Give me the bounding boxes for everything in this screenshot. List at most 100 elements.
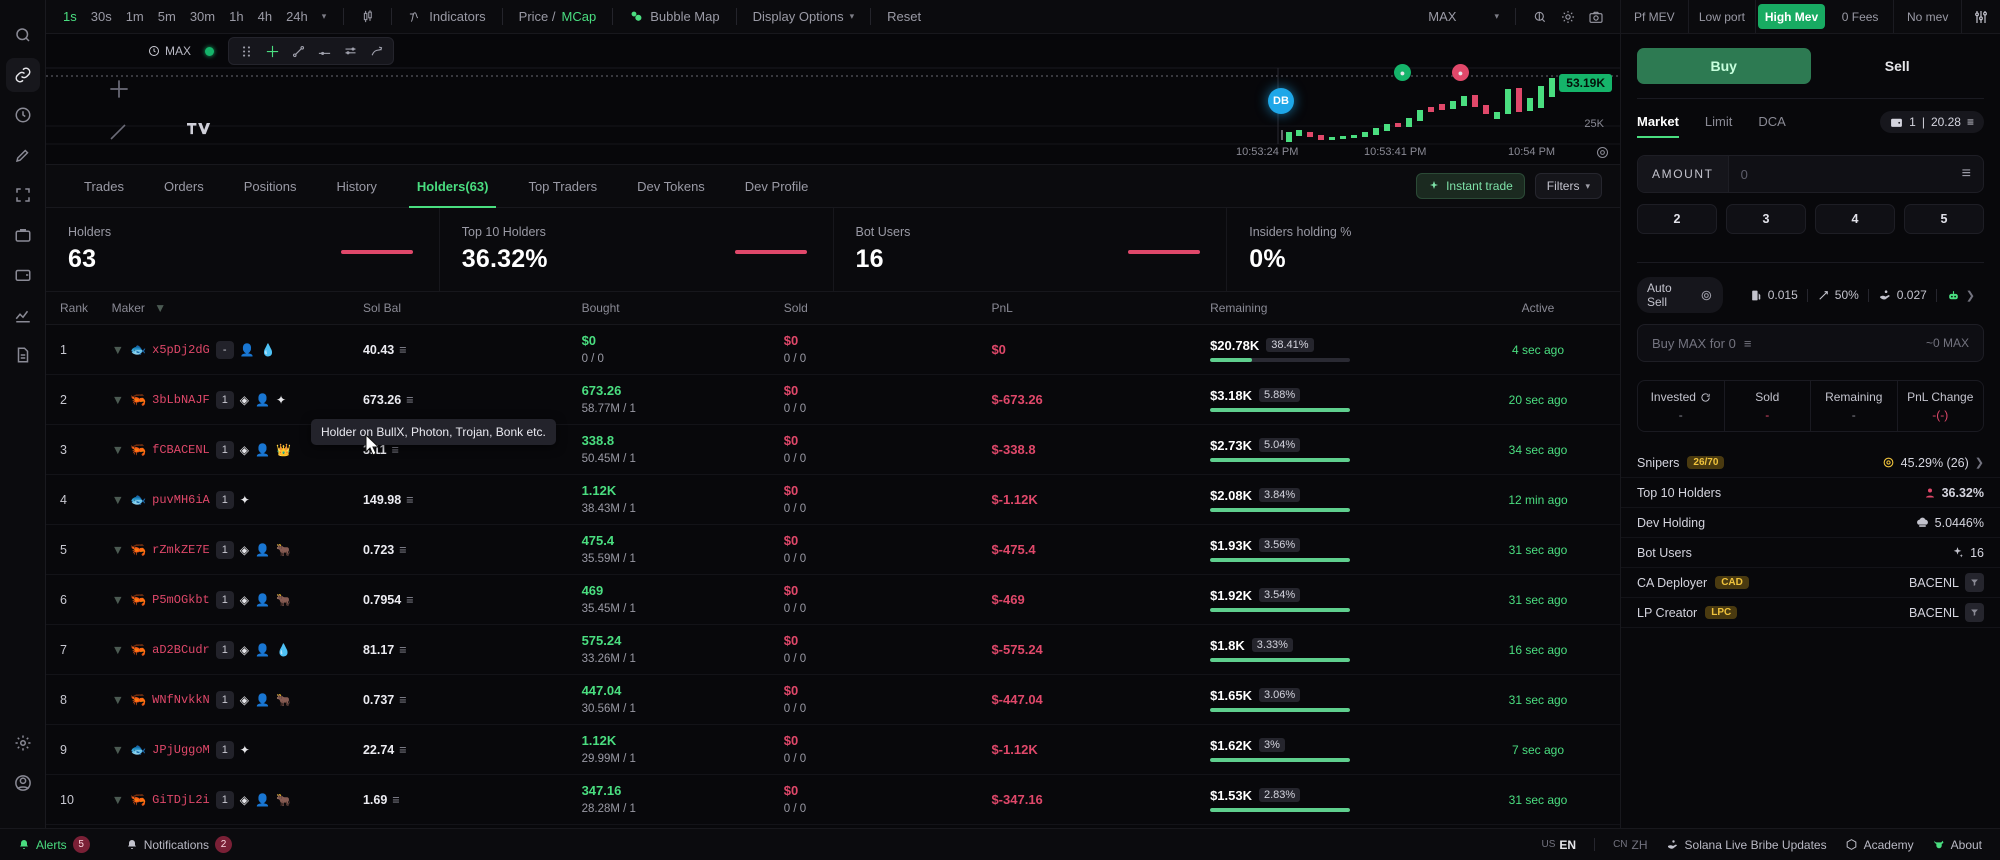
chart-settings-gear-icon[interactable]	[1554, 7, 1582, 27]
row-filter-icon[interactable]: ▼	[112, 543, 124, 557]
document-icon[interactable]	[6, 338, 40, 372]
tab-history[interactable]: History	[316, 164, 396, 208]
amount-input[interactable]	[1728, 156, 1950, 192]
holder-badge-icon[interactable]: ◈	[240, 694, 249, 706]
holder-badge-icon[interactable]: ✦	[240, 744, 250, 756]
mev-low-port[interactable]: Low port	[1689, 0, 1757, 33]
timeframe-more-chevron-icon[interactable]: ▾	[315, 9, 334, 24]
wallet-menu-icon[interactable]: ≡	[1967, 115, 1974, 129]
crosshair-tool-icon[interactable]	[261, 41, 283, 61]
mev-no-mev[interactable]: No mev	[1894, 0, 1962, 33]
info-row[interactable]: Top 10 Holders 36.32%	[1621, 478, 2000, 508]
holder-badge-icon[interactable]: 💧	[261, 344, 276, 356]
mev-pf[interactable]: Pf MEV	[1621, 0, 1689, 33]
info-row[interactable]: Bot Users 16	[1621, 538, 2000, 568]
timeframe-30m[interactable]: 30m	[183, 7, 222, 26]
chart-recenter-icon[interactable]	[1595, 145, 1610, 160]
holder-badge-icon[interactable]: 👤	[255, 694, 270, 706]
reset-button[interactable]: Reset	[881, 7, 927, 26]
search-icon[interactable]	[6, 18, 40, 52]
bot-setting[interactable]: ❯	[1937, 289, 1984, 302]
holder-badge-icon[interactable]: 💧	[276, 644, 291, 656]
tab-positions[interactable]: Positions	[224, 164, 317, 208]
mev-0-fees[interactable]: 0 Fees	[1827, 0, 1895, 33]
maker-address[interactable]: WNfNvkkN	[152, 693, 210, 707]
gas-setting[interactable]: 0.015	[1741, 288, 1807, 302]
row-filter-icon[interactable]: ▼	[112, 493, 124, 507]
th-maker[interactable]: Maker ▼	[111, 292, 363, 325]
table-row[interactable]: 3 ▼ 🦐 fCBACENL 1 ◈ 👤 👑 3.11 ≡ 338.8 50.45M / 1 $0 0 /…	[46, 425, 1620, 475]
tab-holders[interactable]: Holders(63)	[397, 164, 509, 208]
row-filter-icon[interactable]: ▼	[112, 793, 124, 807]
price-mcap-toggle[interactable]: Price / MCap	[513, 7, 603, 26]
timeframe-1m[interactable]: 1m	[119, 7, 151, 26]
chart-search-icon[interactable]	[1526, 7, 1554, 27]
table-row[interactable]: 2 ▼ 🦐 3bLbNAJF 1 ◈ 👤 ✦ 673.26 ≡ 673.26 58.77M / 1 $0…	[46, 375, 1620, 425]
measure-tool-icon[interactable]	[339, 41, 361, 61]
preset-4[interactable]: 4	[1815, 204, 1895, 234]
table-row[interactable]: 8 ▼ 🦐 WNfNvkkN 1 ◈ 👤 🐂 0.737 ≡ 447.04 30.56M / 1 $0 0…	[46, 675, 1620, 725]
range-selector[interactable]: MAX ▾	[1422, 7, 1505, 26]
holder-badge-icon[interactable]: 👤	[255, 444, 270, 456]
buy-max-button[interactable]: Buy MAX for 0 ≡ ~0 MAX	[1637, 324, 1984, 362]
settings-gear-icon[interactable]	[6, 726, 40, 760]
info-row[interactable]: CA Deployer CAD BACENL	[1621, 568, 2000, 598]
horizontal-line-tool-icon[interactable]	[313, 41, 335, 61]
maker-address[interactable]: 3bLbNAJF	[152, 393, 210, 407]
holder-badge-icon[interactable]: 🐂	[276, 594, 291, 606]
row-filter-icon[interactable]: ▼	[112, 643, 124, 657]
sol-bal-menu-icon[interactable]: ≡	[406, 593, 413, 607]
briefcase-icon[interactable]	[6, 218, 40, 252]
row-filter-icon[interactable]: ▼	[112, 393, 124, 407]
row-filter-icon[interactable]: ▼	[112, 743, 124, 757]
preset-2[interactable]: 2	[1637, 204, 1717, 234]
drag-handle-icon[interactable]	[235, 41, 257, 61]
chevron-right-icon[interactable]: ❯	[1975, 456, 1984, 469]
table-row[interactable]: 1 ▼ 🐟 x5pDj2dG - 👤 💧 40.43 ≡ $0 0 / 0 $0 0 / 0 $0 $20.…	[46, 325, 1620, 375]
filter-icon[interactable]	[1965, 603, 1984, 622]
wallet-icon[interactable]	[6, 258, 40, 292]
holder-badge-icon[interactable]: ◈	[240, 594, 249, 606]
holder-badge-icon[interactable]: ✦	[276, 394, 286, 406]
academy-link[interactable]: Academy	[1845, 838, 1914, 852]
holder-badge-icon[interactable]: 👤	[255, 394, 270, 406]
dev-buy-marker-icon[interactable]: DB	[1268, 88, 1294, 114]
timeframe-30s[interactable]: 30s	[84, 7, 119, 26]
holder-badge-icon[interactable]: 👑	[276, 444, 291, 456]
timeframe-5m[interactable]: 5m	[151, 7, 183, 26]
th-active[interactable]: Active	[1456, 292, 1620, 325]
notifications-button[interactable]: Notifications 2	[126, 836, 233, 853]
language-zh[interactable]: CN ZH	[1613, 838, 1647, 852]
slippage-setting[interactable]: 50%	[1808, 288, 1868, 302]
sol-bal-menu-icon[interactable]: ≡	[399, 743, 406, 757]
holder-badge-icon[interactable]: 👤	[255, 644, 270, 656]
preset-3[interactable]: 3	[1726, 204, 1806, 234]
maker-address[interactable]: rZmkZE7E	[152, 543, 210, 557]
mev-high[interactable]: High Mev	[1758, 4, 1825, 29]
order-tab-limit[interactable]: Limit	[1705, 114, 1732, 138]
th-pnl[interactable]: PnL	[991, 292, 1211, 325]
info-row[interactable]: Dev Holding 5.0446%	[1621, 508, 2000, 538]
instant-trade-button[interactable]: Instant trade	[1416, 173, 1525, 199]
order-tab-dca[interactable]: DCA	[1758, 114, 1785, 138]
row-filter-icon[interactable]: ▼	[112, 343, 124, 357]
maker-address[interactable]: fCBACENL	[152, 443, 210, 457]
candle-type-icon[interactable]	[354, 7, 381, 26]
table-row[interactable]: 6 ▼ 🦐 P5mOGkbt 1 ◈ 👤 🐂 0.7954 ≡ 469 35.45M / 1 $0 0 /…	[46, 575, 1620, 625]
th-rank[interactable]: Rank	[46, 292, 112, 325]
tab-dev-tokens[interactable]: Dev Tokens	[617, 164, 725, 208]
price-chart[interactable]: MAX DB ● ● 53.19K 25K 10:53:24 PM 10:53:…	[46, 34, 1620, 164]
link-icon[interactable]	[5, 58, 40, 92]
account-icon[interactable]	[6, 766, 40, 800]
buy-max-menu-icon[interactable]: ≡	[1744, 336, 1752, 351]
buy-button[interactable]: Buy	[1637, 48, 1811, 84]
pencil-icon[interactable]	[6, 138, 40, 172]
chart-icon[interactable]	[6, 298, 40, 332]
holder-badge-icon[interactable]: ◈	[240, 644, 249, 656]
magnet-tool-icon[interactable]	[365, 41, 387, 61]
holder-badge-icon[interactable]: 👤	[240, 344, 255, 356]
tip-setting[interactable]: 0.027	[1869, 288, 1936, 302]
history-icon[interactable]	[6, 98, 40, 132]
th-sol-bal[interactable]: Sol Bal	[362, 292, 582, 325]
about-link[interactable]: About	[1932, 838, 1982, 852]
